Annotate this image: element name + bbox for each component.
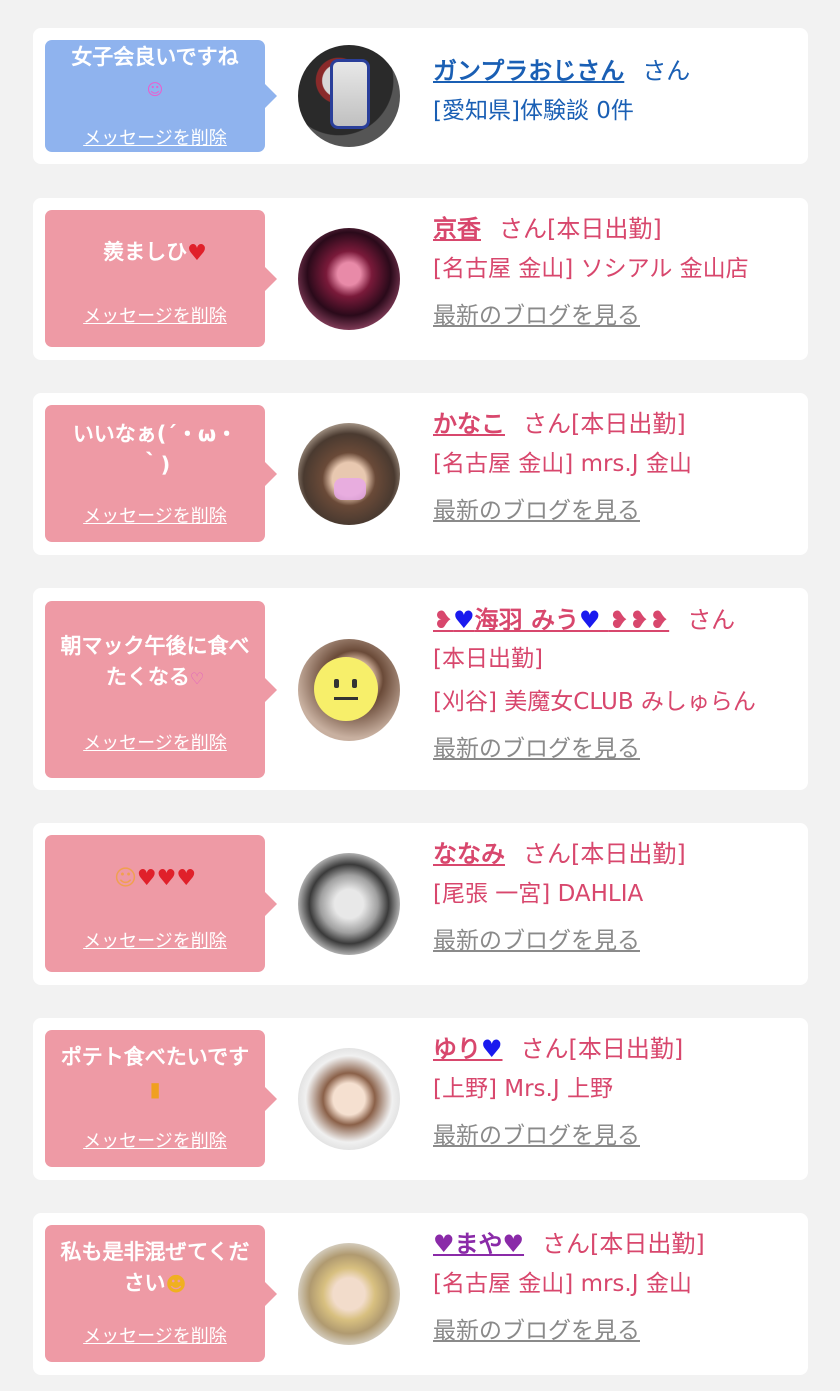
avatar[interactable]	[298, 639, 400, 741]
avatar[interactable]	[298, 423, 400, 525]
san-label: さん[本日出勤]	[499, 215, 662, 243]
shop-info: [名古屋 金山] mrs.J 金山	[433, 451, 692, 477]
purple-heart-icon: ♥	[502, 1230, 525, 1258]
blog-link[interactable]: 最新のブログを見る	[433, 1111, 803, 1161]
message-bubble: ポテト食べたいです▮ メッセージを削除	[45, 1030, 277, 1167]
user-name-link[interactable]: ななみ	[433, 840, 505, 868]
gundam-figure-icon	[330, 59, 370, 129]
avatar[interactable]	[298, 228, 400, 330]
message-card: 女子会良いですね ☺ メッセージを削除 ガンプラおじさん さん [愛知県]体験談 0…	[33, 28, 808, 164]
message-bubble: 朝マック午後に食べたくなる♡ メッセージを削除	[45, 601, 277, 778]
san-label: さん[本日出勤]	[520, 1035, 684, 1063]
user-name-link[interactable]: かなこ	[433, 410, 505, 438]
san-label: さん[本日出勤]	[542, 1230, 705, 1258]
shop-info: [上野] Mrs.J 上野	[433, 1076, 613, 1102]
message-text: 羨ましひ♥	[45, 210, 265, 269]
user-name-link[interactable]: ❥♥海羽 みう♥ ❥❥❥	[433, 606, 669, 634]
hearts-icon: ♡	[189, 668, 205, 688]
user-info: ガンプラおじさん さん [愛知県]体験談 0件	[433, 53, 803, 133]
delete-message-link[interactable]: メッセージを削除	[45, 124, 265, 150]
user-info: ゆり♥ さん[本日出勤] [上野] Mrs.J 上野 最新のブログを見る	[433, 1031, 803, 1161]
blue-heart-icon: ♥	[481, 1035, 503, 1063]
delete-message-link[interactable]: メッセージを削除	[45, 1322, 265, 1348]
user-name-link[interactable]: ゆり♥	[433, 1035, 503, 1063]
delete-message-link[interactable]: メッセージを削除	[45, 1127, 265, 1153]
user-info: かなこ さん[本日出勤] [名古屋 金山] mrs.J 金山 最新のブログを見る	[433, 406, 803, 536]
delete-message-link[interactable]: メッセージを削除	[45, 302, 265, 328]
avatar[interactable]	[298, 853, 400, 955]
purple-heart-icon: ♥	[433, 1230, 455, 1258]
user-name-link[interactable]: 京香	[433, 215, 481, 243]
smiley-sticker-icon	[314, 657, 378, 721]
user-info: ♥まや♥ さん[本日出勤] [名古屋 金山] mrs.J 金山 最新のブログを見る	[433, 1226, 803, 1356]
shop-info: [名古屋 金山] mrs.J 金山	[433, 1271, 692, 1297]
blog-link[interactable]: 最新のブログを見る	[433, 724, 803, 774]
message-card: ☺♥♥♥ メッセージを削除 ななみ さん[本日出勤] [尾張 一宮] DAHLIA…	[33, 823, 808, 985]
san-label: さん[本日出勤]	[523, 410, 686, 438]
red-heart-icon: ♥	[187, 240, 207, 266]
message-bubble: いいなぁ(´・ω・｀) メッセージを削除	[45, 405, 277, 542]
blog-link[interactable]: 最新のブログを見る	[433, 916, 803, 966]
user-info: 京香 さん[本日出勤] [名古屋 金山] ソシアル 金山店 最新のブログを見る	[433, 211, 803, 341]
avatar[interactable]	[298, 45, 400, 147]
party-face-icon: ☻	[165, 1271, 187, 1296]
smile-hearts-icon: ☺♥♥♥	[113, 865, 197, 891]
message-text: ☺♥♥♥	[45, 835, 265, 894]
work-status: [本日出勤]	[433, 646, 543, 672]
message-bubble: ☺♥♥♥ メッセージを削除	[45, 835, 277, 972]
message-bubble: 羨ましひ♥ メッセージを削除	[45, 210, 277, 347]
sticker-icon	[334, 478, 366, 500]
san-label: さん	[642, 57, 691, 85]
smiling-face-icon: ☺	[146, 79, 164, 99]
avatar[interactable]	[298, 1048, 400, 1150]
message-bubble: 私も是非混ぜてください☻ メッセージを削除	[45, 1225, 277, 1362]
shop-info: [名古屋 金山] ソシアル 金山店	[433, 256, 749, 282]
delete-message-link[interactable]: メッセージを削除	[45, 502, 265, 528]
shop-info: [刈谷] 美魔女CLUB みしゅらん	[433, 689, 756, 715]
user-name-link[interactable]: ♥まや♥	[433, 1230, 524, 1258]
shop-info: [尾張 一宮] DAHLIA	[433, 881, 644, 907]
user-info: ななみ さん[本日出勤] [尾張 一宮] DAHLIA 最新のブログを見る	[433, 836, 803, 966]
san-label: さん	[687, 606, 736, 634]
san-label: さん[本日出勤]	[523, 840, 686, 868]
user-detail: [愛知県]体験談 0件	[433, 98, 634, 124]
message-card: いいなぁ(´・ω・｀) メッセージを削除 かなこ さん[本日出勤] [名古屋 金山…	[33, 393, 808, 555]
user-name-link[interactable]: ガンプラおじさん	[433, 57, 624, 85]
blue-heart-icon: ♥	[578, 606, 601, 634]
message-bubble: 女子会良いですね ☺ メッセージを削除	[45, 40, 277, 152]
message-card: 私も是非混ぜてください☻ メッセージを削除 ♥まや♥ さん[本日出勤] [名古屋 …	[33, 1213, 808, 1375]
message-text: ポテト食べたいです▮	[45, 1030, 265, 1105]
delete-message-link[interactable]: メッセージを削除	[45, 729, 265, 755]
message-text: 女子会良いですね ☺	[45, 40, 265, 105]
hearts-decoration-icon: ❥❥❥	[608, 606, 670, 634]
blue-heart-icon: ♥	[453, 606, 475, 634]
fries-icon: ▮	[149, 1076, 161, 1101]
heart-arrow-icon: ❥	[433, 606, 454, 634]
message-text: いいなぁ(´・ω・｀)	[72, 422, 238, 477]
message-card: ポテト食べたいです▮ メッセージを削除 ゆり♥ さん[本日出勤] [上野] Mrs…	[33, 1018, 808, 1180]
user-info: ❥♥海羽 みう♥ ❥❥❥ さん [本日出勤] [刈谷] 美魔女CLUB みしゅらん…	[433, 602, 803, 774]
blog-link[interactable]: 最新のブログを見る	[433, 486, 803, 536]
message-text: 私も是非混ぜてください☻	[45, 1225, 265, 1300]
delete-message-link[interactable]: メッセージを削除	[45, 927, 265, 953]
avatar[interactable]	[298, 1243, 400, 1345]
message-card: 羨ましひ♥ メッセージを削除 京香 さん[本日出勤] [名古屋 金山] ソシアル …	[33, 198, 808, 360]
blog-link[interactable]: 最新のブログを見る	[433, 1306, 803, 1356]
blog-link[interactable]: 最新のブログを見る	[433, 291, 803, 341]
message-text: 朝マック午後に食べたくなる♡	[45, 601, 265, 694]
message-card: 朝マック午後に食べたくなる♡ メッセージを削除 ❥♥海羽 みう♥ ❥❥❥ さん […	[33, 588, 808, 790]
